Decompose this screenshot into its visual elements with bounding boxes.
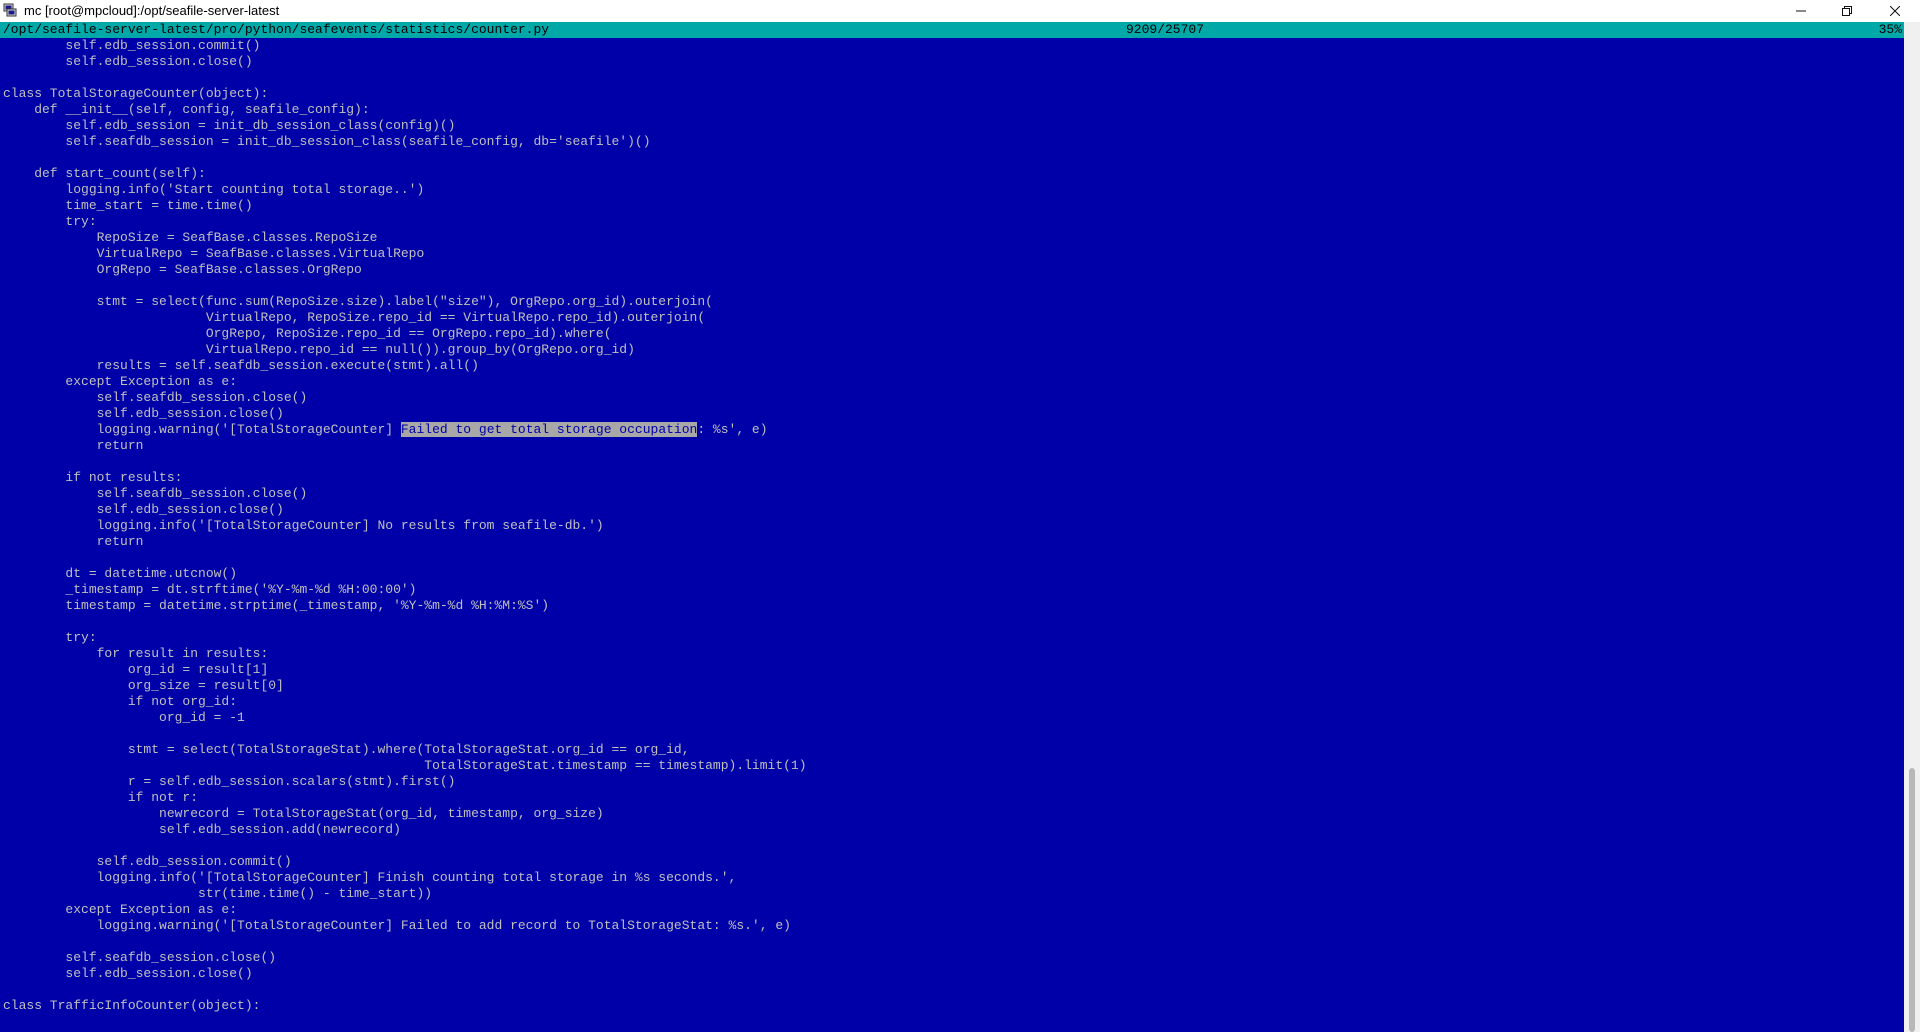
- code-line: self.edb_session.add(newrecord): [3, 822, 401, 837]
- code-line: timestamp = datetime.strptime(_timestamp…: [3, 598, 550, 613]
- code-line: VirtualRepo, RepoSize.repo_id == Virtual…: [3, 310, 706, 325]
- code-line: stmt = select(TotalStorageStat).where(To…: [3, 742, 690, 757]
- code-line: self.edb_session = init_db_session_class…: [3, 118, 456, 133]
- code-line: stmt = select(func.sum(RepoSize.size).la…: [3, 294, 713, 309]
- restore-icon: [1842, 6, 1852, 16]
- code-line: logging.info('Start counting total stora…: [3, 182, 425, 197]
- line-position: 9209/25707: [1126, 22, 1205, 37]
- code-line: class TotalStorageCounter(object):: [3, 86, 269, 101]
- code-line: def start_count(self):: [3, 166, 206, 181]
- code-line: self.edb_session.close(): [3, 502, 284, 517]
- code-line: org_size = result[0]: [3, 678, 284, 693]
- code-line: self.seafdb_session.close(): [3, 486, 308, 501]
- code-line: r = self.edb_session.scalars(stmt).first…: [3, 774, 456, 789]
- code-line: def __init__(self, config, seafile_confi…: [3, 102, 370, 117]
- code-line: self.seafdb_session = init_db_session_cl…: [3, 134, 651, 149]
- code-line: class TrafficInfoCounter(object):: [3, 998, 261, 1013]
- window-title: mc [root@mpcloud]:/opt/seafile-server-la…: [24, 3, 280, 18]
- code-line: _timestamp = dt.strftime('%Y-%m-%d %H:00…: [3, 582, 417, 597]
- code-line: return: [3, 534, 144, 549]
- minimize-icon: [1796, 10, 1806, 12]
- code-line: self.seafdb_session.close(): [3, 390, 308, 405]
- code-line: logging.info('[TotalStorageCounter] Fini…: [3, 870, 737, 885]
- code-line: VirtualRepo.repo_id == null()).group_by(…: [3, 342, 635, 357]
- restore-button[interactable]: [1824, 0, 1870, 22]
- scroll-percent: 35%: [1878, 22, 1902, 37]
- code-line: self.edb_session.commit(): [3, 38, 261, 53]
- code-line: if not r:: [3, 790, 199, 805]
- putty-icon[interactable]: [3, 3, 17, 17]
- code-line: try:: [3, 214, 97, 229]
- code-line: RepoSize = SeafBase.classes.RepoSize: [3, 230, 378, 245]
- code-line: self.seafdb_session.close(): [3, 950, 277, 965]
- code-line: results = self.seafdb_session.execute(st…: [3, 358, 479, 373]
- scrollbar-thumb[interactable]: [1909, 768, 1915, 1032]
- code-line: OrgRepo, RepoSize.repo_id == OrgRepo.rep…: [3, 326, 612, 341]
- code-line: OrgRepo = SeafBase.classes.OrgRepo: [3, 262, 362, 277]
- code-line: VirtualRepo = SeafBase.classes.VirtualRe…: [3, 246, 425, 261]
- close-icon: [1889, 5, 1901, 17]
- search-match-highlight: Failed to get total storage occupation: [400, 422, 698, 437]
- code-text: logging.warning('[TotalStorageCounter]: [3, 422, 401, 437]
- window-scrollbar[interactable]: [1904, 22, 1920, 1032]
- code-text: : %s', e): [697, 422, 768, 437]
- code-line: org_id = -1: [3, 710, 245, 725]
- code-line: self.edb_session.commit(): [3, 854, 292, 869]
- close-button[interactable]: [1872, 0, 1918, 22]
- code-line: TotalStorageStat.timestamp == timestamp)…: [3, 758, 807, 773]
- code-line: if not results:: [3, 470, 183, 485]
- code-line: str(time.time() - time_start)): [3, 886, 433, 901]
- code-line: logging.warning('[TotalStorageCounter] F…: [3, 918, 791, 933]
- terminal-window[interactable]: /opt/seafile-server-latest/pro/python/se…: [0, 22, 1904, 1032]
- code-line: dt = datetime.utcnow(): [3, 566, 238, 581]
- code-line: self.edb_session.close(): [3, 406, 284, 421]
- code-line: except Exception as e:: [3, 374, 238, 389]
- code-line: for result in results:: [3, 646, 269, 661]
- code-line: return: [3, 438, 144, 453]
- code-line: logging.warning('[TotalStorageCounter] F…: [3, 422, 1901, 438]
- window-titlebar: mc [root@mpcloud]:/opt/seafile-server-la…: [0, 0, 1920, 22]
- code-line: self.edb_session.close(): [3, 966, 253, 981]
- viewer-status-line: /opt/seafile-server-latest/pro/python/se…: [0, 22, 1904, 38]
- code-line: self.edb_session.close(): [3, 54, 253, 69]
- code-line: org_id = result[1]: [3, 662, 269, 677]
- file-path: /opt/seafile-server-latest/pro/python/se…: [3, 22, 550, 37]
- code-line: logging.info('[TotalStorageCounter] No r…: [3, 518, 604, 533]
- code-line: newrecord = TotalStorageStat(org_id, tim…: [3, 806, 604, 821]
- code-line: time_start = time.time(): [3, 198, 253, 213]
- minimize-button[interactable]: [1778, 0, 1824, 22]
- code-line: try:: [3, 630, 97, 645]
- code-line: except Exception as e:: [3, 902, 238, 917]
- file-content[interactable]: self.edb_session.commit() self.edb_sessi…: [3, 38, 1901, 1032]
- code-line: if not org_id:: [3, 694, 238, 709]
